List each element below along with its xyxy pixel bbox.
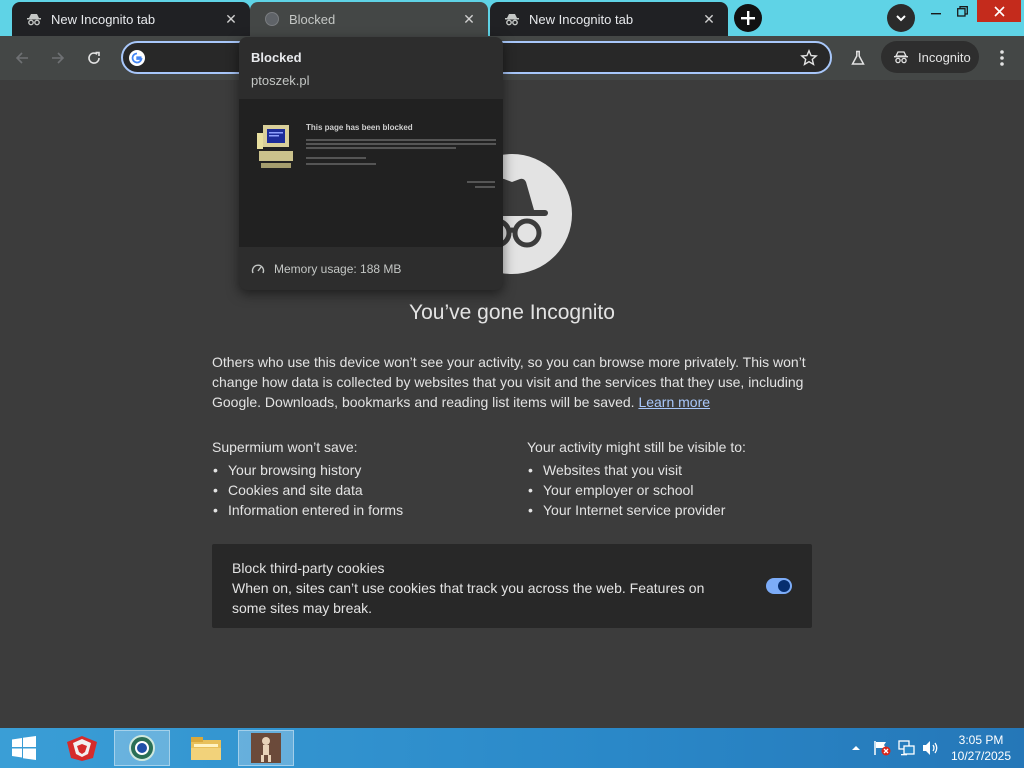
preview-text-line <box>475 186 495 188</box>
chevron-down-icon <box>896 15 906 22</box>
list-item: Websites that you visit <box>527 460 817 480</box>
toggle-knob <box>778 580 790 592</box>
start-button[interactable] <box>0 730 48 766</box>
window-close-button[interactable] <box>977 0 1021 22</box>
wont-save-section: Supermium won’t save: Your browsing hist… <box>212 437 512 520</box>
cookies-card-title: Block third-party cookies <box>232 560 385 576</box>
hover-card-domain: ptoszek.pl <box>251 73 310 88</box>
close-tab-icon[interactable]: ✕ <box>222 10 240 28</box>
preview-text-line <box>306 143 496 145</box>
memory-usage: Memory usage: 188 MB <box>251 262 401 276</box>
more-vertical-icon <box>1000 50 1004 66</box>
taskbar: 3:05 PM 10/27/2025 <box>0 728 1024 768</box>
tab-title: Blocked <box>289 11 336 27</box>
google-icon <box>129 50 145 66</box>
memory-usage-text: Memory usage: 188 MB <box>274 262 402 276</box>
intro-paragraph: Others who use this device won’t see you… <box>212 352 812 412</box>
incognito-icon <box>505 14 519 26</box>
plus-icon <box>741 11 755 25</box>
reload-button[interactable] <box>81 45 107 71</box>
gauge-icon <box>251 264 265 274</box>
chevron-up-icon <box>852 746 860 750</box>
figure-app-icon <box>251 733 281 763</box>
restore-icon <box>956 5 968 17</box>
folder-icon <box>191 737 221 760</box>
hover-card-preview: This page has been blocked <box>239 99 503 247</box>
tab-strip: New Incognito tab ✕ Blocked ✕ New Incogn… <box>0 0 1024 36</box>
tray-volume[interactable] <box>922 738 940 758</box>
tray-action-center[interactable] <box>873 738 891 758</box>
show-hidden-icons[interactable] <box>851 738 861 758</box>
tab-blocked[interactable]: Blocked ✕ <box>250 2 488 36</box>
taskbar-app-blocker[interactable] <box>238 730 294 766</box>
preview-text-line <box>306 157 366 159</box>
intro-text: Others who use this device won’t see you… <box>212 354 806 410</box>
menu-button[interactable] <box>989 45 1015 71</box>
close-icon <box>993 5 1005 17</box>
tray-network[interactable] <box>898 738 916 758</box>
incognito-page: You’ve gone Incognito Others who use thi… <box>0 80 1024 728</box>
tab-new-incognito-2[interactable]: New Incognito tab ✕ <box>490 2 728 36</box>
toolbar: Incognito <box>0 36 1024 80</box>
tab-title: New Incognito tab <box>529 11 634 27</box>
arrow-right-icon <box>52 52 65 64</box>
close-tab-icon[interactable]: ✕ <box>460 10 478 28</box>
windows-icon <box>12 736 36 760</box>
forward-button[interactable] <box>45 45 71 71</box>
labs-button[interactable] <box>845 45 871 71</box>
flask-icon <box>851 50 865 65</box>
preview-text-line <box>306 147 456 149</box>
taskbar-app-file-explorer[interactable] <box>178 730 234 766</box>
fox-app-icon <box>67 736 97 761</box>
third-party-cookies-card: Block third-party cookies When on, sites… <box>212 544 812 628</box>
list-item: Your browsing history <box>212 460 512 480</box>
taskbar-app-supermium[interactable] <box>114 730 170 766</box>
clock-time: 3:05 PM <box>958 733 1004 747</box>
tab-new-incognito-1[interactable]: New Incognito tab ✕ <box>12 2 250 36</box>
list-item: Your employer or school <box>527 480 817 500</box>
list-item: Cookies and site data <box>212 480 512 500</box>
taskbar-clock[interactable]: 3:05 PM 10/27/2025 <box>944 732 1018 764</box>
incognito-chip[interactable]: Incognito <box>881 41 979 73</box>
preview-text-line <box>306 139 496 141</box>
browser-app-icon <box>129 735 155 761</box>
restore-button[interactable] <box>946 0 978 22</box>
tab-title: New Incognito tab <box>51 11 156 27</box>
still-visible-heading: Your activity might still be visible to: <box>527 439 746 455</box>
arrow-left-icon <box>15 52 28 64</box>
incognito-icon <box>894 51 908 64</box>
still-visible-section: Your activity might still be visible to:… <box>527 437 817 520</box>
preview-text-line <box>306 163 376 165</box>
hover-card-title: Blocked <box>251 50 302 65</box>
tab-search-button[interactable] <box>887 4 915 32</box>
close-tab-icon[interactable]: ✕ <box>700 10 718 28</box>
incognito-icon <box>27 14 41 26</box>
speaker-icon <box>923 741 938 755</box>
learn-more-link[interactable]: Learn more <box>638 394 710 410</box>
reload-icon <box>88 51 100 64</box>
block-cookies-toggle[interactable] <box>766 578 792 594</box>
clock-date: 10/27/2025 <box>950 749 1012 763</box>
globe-icon <box>265 12 279 26</box>
wont-save-heading: Supermium won’t save: <box>212 439 358 455</box>
list-item: Information entered in forms <box>212 500 512 520</box>
back-button[interactable] <box>9 45 35 71</box>
cookies-card-description: When on, sites can’t use cookies that tr… <box>232 580 705 616</box>
preview-text-line <box>467 181 495 183</box>
network-icon <box>898 740 915 756</box>
tab-hover-card: Blocked ptoszek.pl This page has been bl… <box>239 37 503 290</box>
flag-error-icon <box>874 741 891 756</box>
taskbar-app-red-fox[interactable] <box>54 730 110 766</box>
computer-icon <box>257 125 293 168</box>
list-item: Your Internet service provider <box>527 500 817 520</box>
new-tab-button[interactable] <box>734 4 762 32</box>
page-title: You’ve gone Incognito <box>409 301 615 324</box>
minimize-icon <box>931 13 941 15</box>
incognito-label: Incognito <box>918 49 971 65</box>
preview-heading: This page has been blocked <box>306 123 413 132</box>
star-icon[interactable] <box>800 49 818 67</box>
